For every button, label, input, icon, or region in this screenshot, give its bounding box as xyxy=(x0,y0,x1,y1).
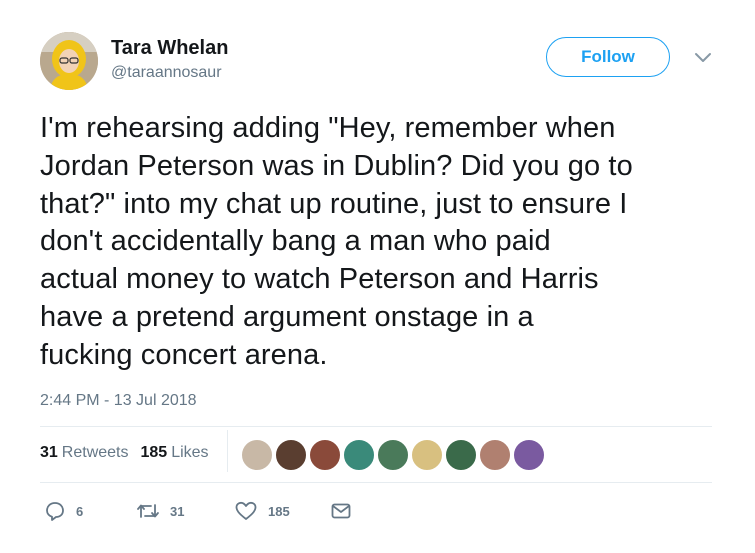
liker-avatar-1[interactable] xyxy=(240,438,274,472)
like-count: 185 xyxy=(268,503,290,519)
retweets-count: 31 xyxy=(40,444,58,461)
likes-stat[interactable]: 185 Likes xyxy=(141,444,209,462)
author-display-name[interactable]: Tara Whelan xyxy=(111,37,228,60)
author-handle[interactable]: @taraannosaur xyxy=(111,64,222,82)
tweet-text: I'm rehearsing adding "Hey, remember whe… xyxy=(40,112,633,371)
tweet-timestamp[interactable]: 2:44 PM - 13 Jul 2018 xyxy=(40,392,197,410)
likes-label: Likes xyxy=(171,444,209,461)
liker-avatar-2[interactable] xyxy=(274,438,308,472)
retweet-icon xyxy=(137,504,159,518)
retweet-count: 31 xyxy=(170,503,185,519)
retweets-label: Retweets xyxy=(61,444,129,461)
like-action[interactable]: 185 xyxy=(234,500,290,522)
retweets-stat[interactable]: 31 Retweets xyxy=(40,444,129,462)
tweet-stats: 31 Retweets 185 Likes xyxy=(40,444,221,462)
stats-separator xyxy=(227,430,228,472)
reply-action[interactable]: 6 xyxy=(44,500,83,522)
divider xyxy=(40,482,712,483)
liker-avatar-5[interactable] xyxy=(376,438,410,472)
direct-message-action[interactable] xyxy=(330,500,362,522)
author-avatar-image xyxy=(40,32,98,90)
liker-avatar-4[interactable] xyxy=(342,438,376,472)
reply-icon xyxy=(46,502,64,521)
liker-avatar-7[interactable] xyxy=(444,438,478,472)
author-avatar[interactable] xyxy=(40,32,98,90)
chevron-down-icon[interactable] xyxy=(693,50,713,64)
liker-avatar-3[interactable] xyxy=(308,438,342,472)
heart-icon xyxy=(235,501,257,520)
divider xyxy=(40,426,712,427)
liker-avatar-9[interactable] xyxy=(512,438,546,472)
reply-count: 6 xyxy=(76,503,84,519)
envelope-icon xyxy=(331,503,351,519)
follow-button[interactable]: Follow xyxy=(546,37,670,77)
liker-avatar-6[interactable] xyxy=(410,438,444,472)
liker-avatar-8[interactable] xyxy=(478,438,512,472)
likes-count: 185 xyxy=(140,444,168,461)
retweet-action[interactable]: 31 xyxy=(136,500,184,522)
